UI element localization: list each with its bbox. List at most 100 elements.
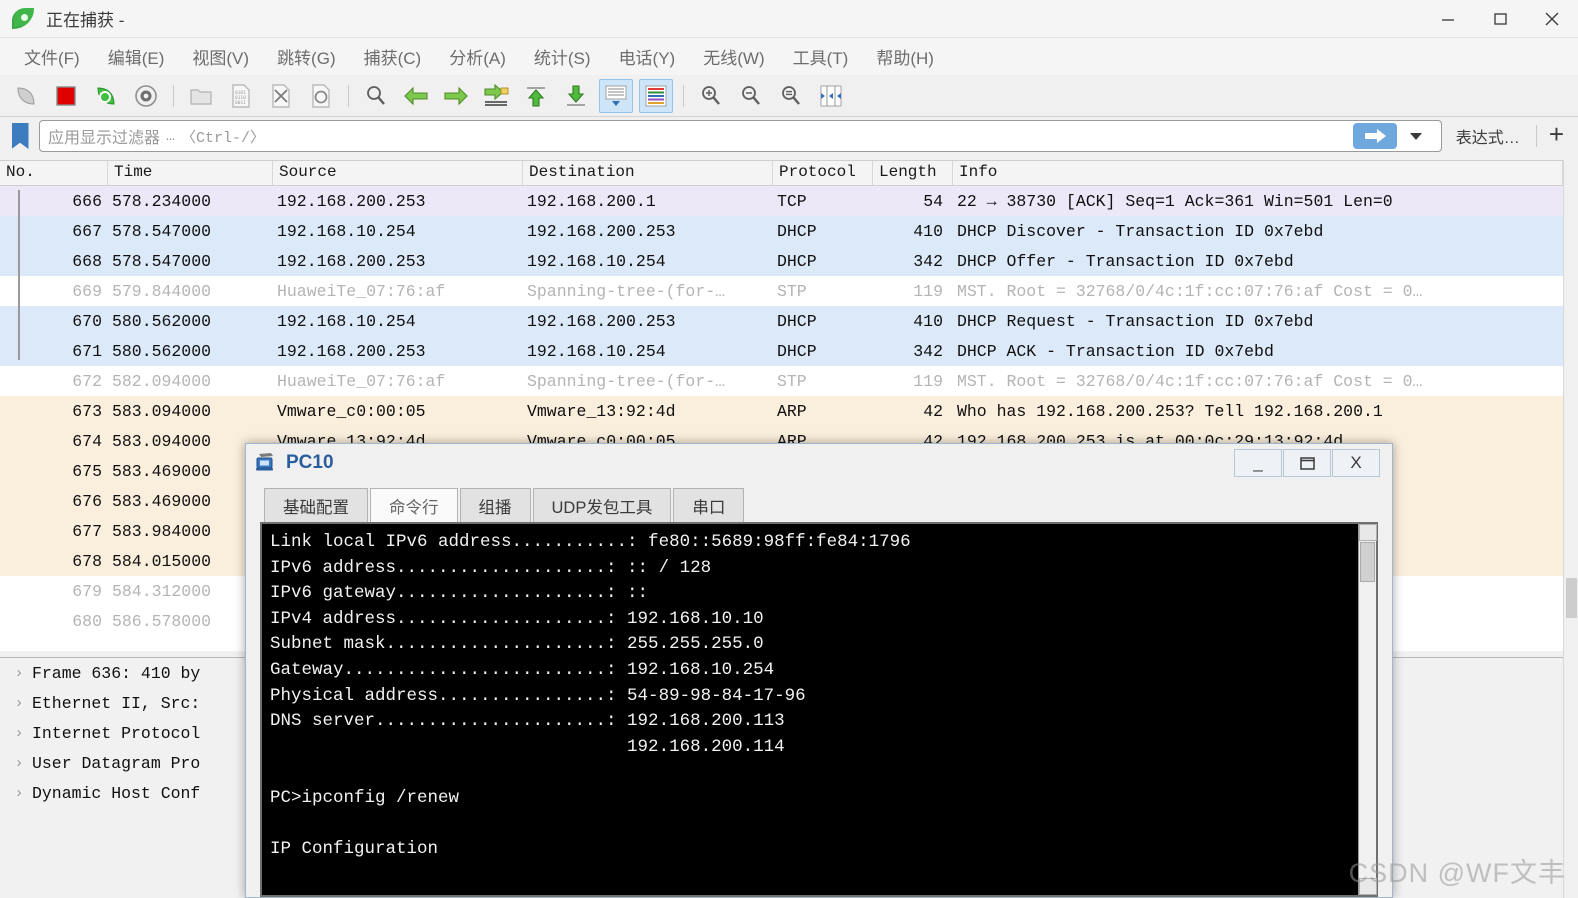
zoom-reset-icon[interactable] <box>774 79 808 113</box>
filter-separator <box>1535 125 1537 147</box>
auto-scroll-icon[interactable] <box>599 78 633 113</box>
go-back-arrow-left-icon[interactable] <box>399 79 433 113</box>
cell-proto: DHCP <box>777 311 817 331</box>
tab-basic-config[interactable]: 基础配置 <box>264 488 368 522</box>
column-header-destination[interactable]: Destination <box>523 161 773 185</box>
cell-src: 192.168.200.253 <box>277 251 426 271</box>
svg-text:0011: 0011 <box>235 100 246 106</box>
menu-view[interactable]: 视图(V) <box>178 40 263 73</box>
window-title: 正在捕获 - <box>46 11 125 30</box>
cell-time: 578.547000 <box>112 221 212 241</box>
cell-info: MST. Root = 32768/0/4c:1f:cc:07:76:af Co… <box>957 281 1423 301</box>
cell-no: 674 <box>72 431 102 451</box>
table-row[interactable]: 670 580.562000 192.168.10.254 192.168.200.2… <box>0 306 1563 336</box>
terminal-console[interactable]: Link local IPv6 address...........: fe80… <box>260 522 1378 897</box>
cell-info: MST. Root = 32768/0/4c:1f:cc:07:76:af Co… <box>957 371 1423 391</box>
expander-chevron-right-icon[interactable]: › <box>6 785 32 802</box>
close-icon[interactable] <box>1526 0 1578 38</box>
filter-history-chevron-down-icon[interactable] <box>1403 123 1429 149</box>
table-row[interactable]: 671 580.562000 192.168.200.253 192.168.10.2… <box>0 336 1563 366</box>
find-packet-magnifier-icon[interactable] <box>359 79 393 113</box>
minimize-icon[interactable] <box>1422 0 1474 38</box>
column-header-protocol[interactable]: Protocol <box>773 161 873 185</box>
menu-file[interactable]: 文件(F) <box>10 40 94 73</box>
cell-no: 680 <box>72 611 102 631</box>
maximize-icon[interactable] <box>1474 0 1526 38</box>
expander-chevron-right-icon[interactable]: › <box>6 725 32 742</box>
main-vertical-scrollbar[interactable] <box>1563 160 1578 898</box>
table-row[interactable]: 668 578.547000 192.168.200.253 192.168.10.2… <box>0 246 1563 276</box>
go-to-last-packet-icon[interactable] <box>559 79 593 113</box>
column-header-info[interactable]: Info <box>953 161 1563 185</box>
scroll-up-arrow-icon[interactable] <box>1359 524 1377 541</box>
table-row[interactable]: 667 578.547000 192.168.10.254 192.168.200.2… <box>0 216 1563 246</box>
colorize-packets-icon[interactable] <box>639 78 673 113</box>
menu-telephony[interactable]: 电话(Y) <box>605 40 690 73</box>
display-filter-input[interactable]: 应用显示过滤器 … 〈Ctrl-/〉 <box>39 120 1442 152</box>
table-row[interactable]: 669 579.844000 HuaweiTe_07:76:af Spanning-t… <box>0 276 1563 306</box>
cell-proto: TCP <box>777 191 807 211</box>
menu-edit[interactable]: 编辑(E) <box>94 40 179 73</box>
menu-tools[interactable]: 工具(T) <box>779 40 863 73</box>
apply-filter-button[interactable] <box>1352 123 1397 149</box>
scrollbar-thumb[interactable] <box>1566 578 1577 618</box>
column-header-length[interactable]: Length <box>873 161 953 185</box>
menu-capture[interactable]: 捕获(C) <box>350 40 436 73</box>
table-row[interactable]: 666 578.234000 192.168.200.253 192.168.200.… <box>0 186 1563 216</box>
column-header-no[interactable]: No. <box>0 161 108 185</box>
go-to-packet-icon[interactable] <box>479 79 513 113</box>
filter-placeholder: 应用显示过滤器 <box>48 130 161 147</box>
cell-no: 671 <box>72 341 102 361</box>
menu-go[interactable]: 跳转(G) <box>263 40 350 73</box>
cell-no: 672 <box>72 371 102 391</box>
column-header-source[interactable]: Source <box>273 161 523 185</box>
console-scrollbar-thumb[interactable] <box>1360 542 1375 582</box>
filter-expression-button[interactable]: 表达式… <box>1444 124 1532 148</box>
go-to-first-packet-icon[interactable] <box>519 79 553 113</box>
reload-file-icon[interactable] <box>304 79 338 113</box>
menu-analyze[interactable]: 分析(A) <box>435 40 520 73</box>
dialog-title: PC10 <box>286 452 334 473</box>
zoom-out-icon[interactable] <box>734 79 768 113</box>
tab-serial-port[interactable]: 串口 <box>673 488 745 522</box>
add-filter-button[interactable]: + <box>1541 121 1578 151</box>
column-header-time[interactable]: Time <box>108 161 273 185</box>
expander-chevron-right-icon[interactable]: › <box>6 665 32 682</box>
dialog-minimize-button[interactable]: _ <box>1234 449 1282 477</box>
save-file-document-icon[interactable]: 0101 0110 0011 <box>224 79 258 113</box>
start-capture-icon[interactable] <box>9 79 43 113</box>
resize-columns-icon[interactable] <box>814 79 848 113</box>
cell-no: 678 <box>72 551 102 571</box>
zoom-in-icon[interactable] <box>694 79 728 113</box>
toolbar-separator <box>348 84 349 107</box>
open-file-folder-icon[interactable] <box>184 79 218 113</box>
close-file-x-icon[interactable] <box>264 79 298 113</box>
cell-no: 677 <box>72 521 102 541</box>
console-scrollbar[interactable] <box>1358 524 1377 895</box>
pc10-dialog[interactable]: PC10 _ X 基础配置 命令行 组播 UDP发包工具 串口 Link loc… <box>245 443 1393 898</box>
cell-dst: 192.168.200.1 <box>527 191 656 211</box>
tab-udp-tool[interactable]: UDP发包工具 <box>532 488 672 522</box>
dialog-maximize-button[interactable] <box>1283 449 1331 477</box>
capture-options-gear-icon[interactable] <box>129 79 163 113</box>
expander-chevron-right-icon[interactable]: › <box>6 695 32 712</box>
cell-no: 666 <box>72 191 102 211</box>
menu-statistics[interactable]: 统计(S) <box>520 40 605 73</box>
expander-chevron-right-icon[interactable]: › <box>6 755 32 772</box>
go-forward-arrow-right-icon[interactable] <box>439 79 473 113</box>
bookmark-icon[interactable] <box>3 119 37 153</box>
scroll-down-arrow-icon[interactable] <box>1359 878 1377 895</box>
restart-capture-icon[interactable] <box>89 79 123 113</box>
stop-capture-icon[interactable] <box>49 79 83 113</box>
cell-info: DHCP ACK - Transaction ID 0x7ebd <box>957 341 1274 361</box>
table-row[interactable]: 672 582.094000 HuaweiTe_07:76:af Spanning-t… <box>0 366 1563 396</box>
cell-len: 119 <box>913 281 943 301</box>
tab-command-line[interactable]: 命令行 <box>370 488 458 522</box>
dialog-close-button[interactable]: X <box>1332 449 1380 477</box>
menu-wireless[interactable]: 无线(W) <box>689 40 778 73</box>
cell-info: 22 → 38730 [ACK] Seq=1 Ack=361 Win=501 L… <box>957 191 1393 211</box>
tab-multicast[interactable]: 组播 <box>459 488 531 522</box>
menu-help[interactable]: 帮助(H) <box>862 40 948 73</box>
table-row[interactable]: 673 583.094000 Vmware_c0:00:05 Vmware_13:92… <box>0 396 1563 426</box>
cell-src: 192.168.10.254 <box>277 221 416 241</box>
